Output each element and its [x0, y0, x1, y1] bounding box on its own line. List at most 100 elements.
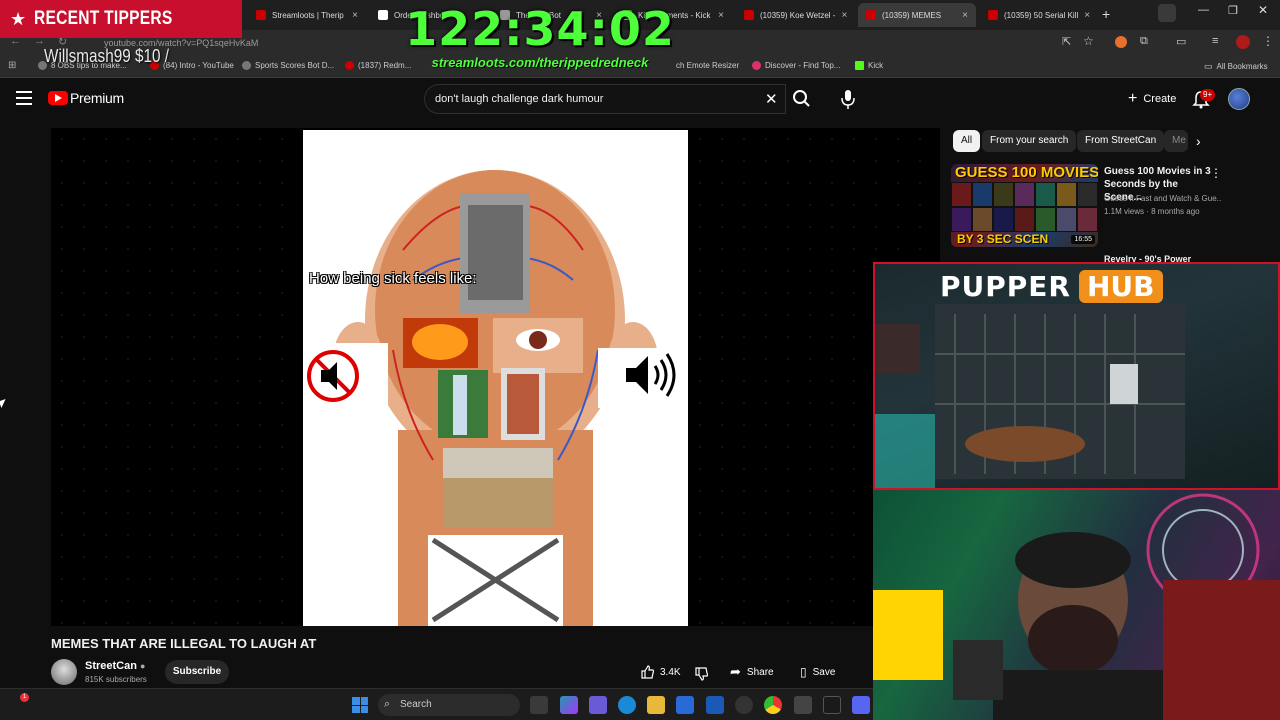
video-duration: 16:55 [1071, 235, 1095, 244]
file-explorer-icon[interactable] [647, 696, 665, 714]
install-icon[interactable]: ⇱ [1062, 35, 1071, 48]
app-icon[interactable] [794, 696, 812, 714]
sidebar-icon[interactable]: ▭ [1176, 35, 1186, 48]
extensions-icon[interactable]: ⧉ [1140, 35, 1148, 48]
tab-title: (10359) MEMES [882, 10, 942, 20]
hamburger-menu-icon[interactable] [16, 91, 32, 105]
app-icon[interactable] [823, 696, 841, 714]
chip-from-streetcan[interactable]: From StreetCan [1077, 130, 1165, 152]
apps-icon[interactable]: ⊞ [8, 60, 16, 71]
close-tab-icon[interactable]: × [962, 10, 968, 21]
channel-name-text: StreetCan [85, 660, 137, 672]
recommended-video-thumbnail[interactable]: GUESS 100 MOVIES BY 3 SEC SCEN 16:55 [951, 164, 1098, 247]
like-button[interactable]: 3.4K [632, 660, 689, 684]
bookmark-star-icon[interactable]: ☆ [1083, 34, 1094, 48]
widgets-icon[interactable]: 1 [12, 693, 30, 713]
bookmark-label: Sports Scores Bot D... [255, 61, 335, 70]
profile-icon[interactable] [1236, 35, 1250, 49]
streamer-scene [873, 490, 1280, 720]
thumbnail-title-top: GUESS 100 MOVIES [955, 164, 1098, 181]
obs-icon[interactable] [735, 696, 753, 714]
restore-icon[interactable]: ❐ [1228, 4, 1238, 17]
create-button[interactable]: + Create [1118, 86, 1186, 112]
kick-icon [855, 61, 864, 70]
tab-title: (10359) Koe Wetzel - [760, 10, 836, 20]
copilot-icon[interactable] [560, 696, 578, 714]
youtube-icon [345, 61, 354, 70]
thumbs-down-icon [695, 667, 709, 681]
outlook-icon[interactable] [706, 696, 724, 714]
bookmark-item[interactable]: ch Emote Resizer [676, 61, 739, 70]
recommended-video-channel[interactable]: Guess It Fast and Watch & Gue... [1104, 194, 1222, 203]
browser-tab[interactable]: (10359) 50 Serial Kill × [980, 3, 1098, 27]
video-caption: How being sick feels like: [309, 270, 477, 287]
chrome-icon[interactable] [764, 696, 782, 714]
account-avatar[interactable] [1228, 88, 1250, 110]
gemini-icon[interactable] [1158, 4, 1176, 22]
recent-tippers-banner: ★ RECENT TIPPERS [0, 0, 242, 38]
discord-icon[interactable] [852, 696, 870, 714]
bookmark-label: All Bookmarks [1216, 62, 1268, 71]
thumbnail-title-bottom: BY 3 SEC SCEN [957, 232, 1049, 246]
taskbar-search[interactable]: Search [378, 694, 520, 716]
close-tab-icon[interactable]: × [718, 10, 724, 21]
verified-icon: ● [140, 661, 146, 671]
dislike-button[interactable] [694, 660, 716, 684]
search-icon [793, 90, 810, 107]
minimize-icon[interactable]: — [1198, 4, 1209, 16]
streamer-webcam-feed [873, 490, 1280, 720]
all-bookmarks[interactable]: ▭ All Bookmarks [1204, 61, 1268, 72]
chip-more[interactable]: Me [1164, 130, 1188, 152]
bookmark-item[interactable]: Discover - Find Top... [752, 61, 840, 70]
close-tab-icon[interactable]: × [1084, 10, 1090, 21]
channel-name[interactable]: StreetCan ● [85, 660, 145, 672]
share-button[interactable]: ➦ Share [730, 660, 774, 684]
teams-icon[interactable] [589, 696, 607, 714]
bookmark-item[interactable]: Sports Scores Bot D... [242, 61, 334, 70]
browser-tab[interactable]: (10359) Koe Wetzel - × [736, 3, 854, 27]
close-window-icon[interactable]: ✕ [1258, 3, 1268, 17]
extension-icon[interactable] [1115, 36, 1127, 48]
more-actions-icon[interactable]: ⋮ [1210, 166, 1222, 180]
tab-title: (10359) 50 Serial Kill [1004, 10, 1079, 20]
new-tab-icon[interactable]: + [1102, 6, 1110, 22]
save-button[interactable]: ▯ Save [800, 660, 835, 684]
folder-icon: ▭ [1204, 61, 1213, 71]
bookmark-label: Kick [868, 61, 884, 70]
notion-icon [378, 10, 388, 20]
clear-search-icon[interactable]: ✕ [765, 90, 778, 108]
video-frame[interactable]: How being sick feels like: [303, 130, 688, 626]
anatomy-head-illustration [307, 170, 683, 626]
chevron-right-icon[interactable]: › [1196, 133, 1212, 149]
like-count: 3.4K [660, 666, 681, 678]
bookmark-label: (84) Intro - YouTube [163, 61, 234, 70]
browser-tab-active[interactable]: (10359) MEMES × [858, 3, 976, 27]
youtube-logo-icon[interactable] [48, 91, 68, 105]
task-view-icon[interactable] [530, 696, 548, 714]
search-query: don't laugh challenge dark humour [435, 93, 604, 105]
youtube-icon [744, 10, 754, 20]
search-input[interactable]: don't laugh challenge dark humour ✕ [424, 84, 786, 114]
chip-from-your-search[interactable]: From your search [982, 130, 1077, 152]
create-label: Create [1143, 93, 1177, 105]
chip-all[interactable]: All [953, 130, 981, 152]
star-icon: ★ [10, 8, 27, 29]
subscribe-button[interactable]: Subscribe [165, 660, 229, 684]
menu-kebab-icon[interactable]: ⋮ [1262, 34, 1274, 48]
notification-count-badge: 9+ [1200, 89, 1216, 101]
media-icon[interactable]: ≡ [1212, 35, 1218, 47]
pupper-hub-logo: PUPPER HUB [940, 268, 1163, 304]
voice-search-icon[interactable] [838, 87, 858, 111]
windows-start-icon[interactable] [352, 697, 368, 713]
channel-avatar[interactable] [51, 659, 77, 685]
mouse-cursor-icon [0, 399, 8, 408]
close-tab-icon[interactable]: × [841, 10, 847, 21]
store-icon[interactable] [676, 696, 694, 714]
discover-icon [752, 61, 761, 70]
bookmark-item[interactable]: Kick [855, 61, 883, 70]
edge-icon[interactable] [618, 696, 636, 714]
browser-tab[interactable]: Streamloots | Therip × [248, 3, 366, 27]
search-button[interactable] [786, 84, 818, 114]
premium-label[interactable]: Premium [70, 90, 124, 106]
close-tab-icon[interactable]: × [352, 10, 358, 21]
